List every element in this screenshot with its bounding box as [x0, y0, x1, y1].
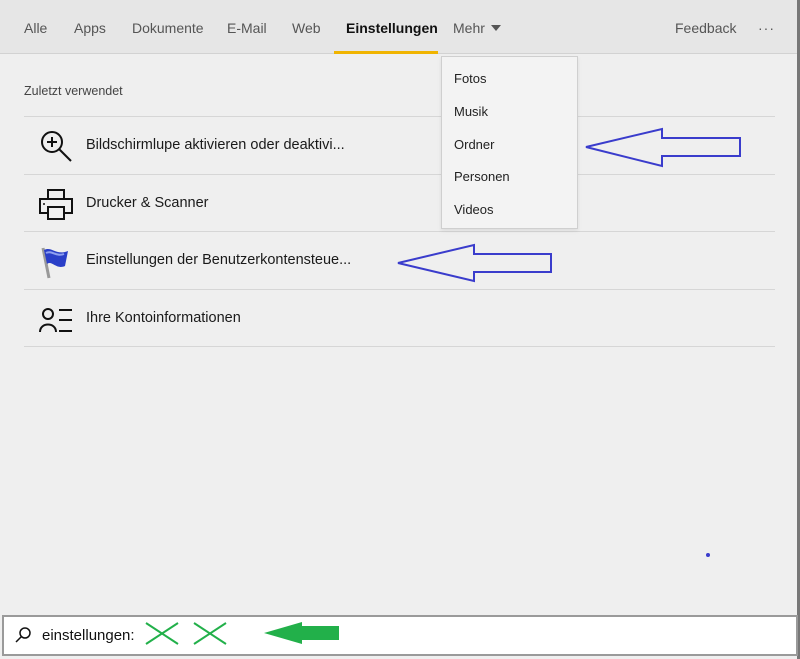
tab-email[interactable]: E-Mail — [227, 20, 267, 36]
dropdown-item-fotos[interactable]: Fotos — [454, 71, 487, 86]
feedback-link[interactable]: Feedback — [675, 20, 736, 36]
result-item[interactable]: Ihre Kontoinformationen — [24, 289, 775, 346]
result-label: Bildschirmlupe aktivieren oder deaktivi.… — [86, 137, 345, 153]
result-item[interactable]: Bildschirmlupe aktivieren oder deaktivi.… — [24, 116, 775, 173]
annotation-dot — [706, 553, 710, 557]
search-input[interactable]: einstellungen: — [42, 627, 135, 644]
tab-alle[interactable]: Alle — [24, 20, 47, 36]
section-title: Zuletzt verwendet — [24, 84, 123, 98]
chevron-down-icon — [490, 25, 501, 31]
result-label: Einstellungen der Benutzerkontensteue... — [86, 252, 352, 268]
result-label: Drucker & Scanner — [86, 195, 209, 211]
person-list-icon — [39, 308, 72, 333]
dropdown-item-personen[interactable]: Personen — [454, 169, 510, 184]
tab-apps[interactable]: Apps — [74, 20, 106, 36]
uac-flag-icon — [41, 247, 68, 279]
magnifier-plus-icon — [41, 131, 72, 162]
tab-web[interactable]: Web — [292, 20, 321, 36]
result-item[interactable]: Einstellungen der Benutzerkontensteue... — [24, 231, 775, 288]
tab-mehr-label: Mehr — [453, 20, 485, 36]
printer-icon — [39, 189, 73, 220]
search-icon — [15, 627, 31, 643]
mehr-dropdown: Fotos Musik Ordner Personen Videos — [441, 56, 578, 229]
tab-dokumente[interactable]: Dokumente — [132, 20, 204, 36]
dropdown-item-videos[interactable]: Videos — [454, 202, 494, 217]
divider — [24, 346, 775, 347]
tab-einstellungen[interactable]: Einstellungen — [346, 20, 438, 36]
dropdown-item-musik[interactable]: Musik — [454, 104, 488, 119]
tab-mehr[interactable]: Mehr — [453, 20, 501, 36]
active-tab-indicator — [334, 51, 438, 54]
result-item[interactable]: Drucker & Scanner — [24, 174, 775, 231]
more-options-button[interactable]: ··· — [758, 20, 775, 36]
tab-bar: Alle Apps Dokumente E-Mail Web Einstellu… — [0, 0, 800, 54]
result-label: Ihre Kontoinformationen — [86, 310, 241, 326]
dropdown-item-ordner[interactable]: Ordner — [454, 137, 494, 152]
search-box[interactable]: einstellungen: — [2, 615, 798, 656]
